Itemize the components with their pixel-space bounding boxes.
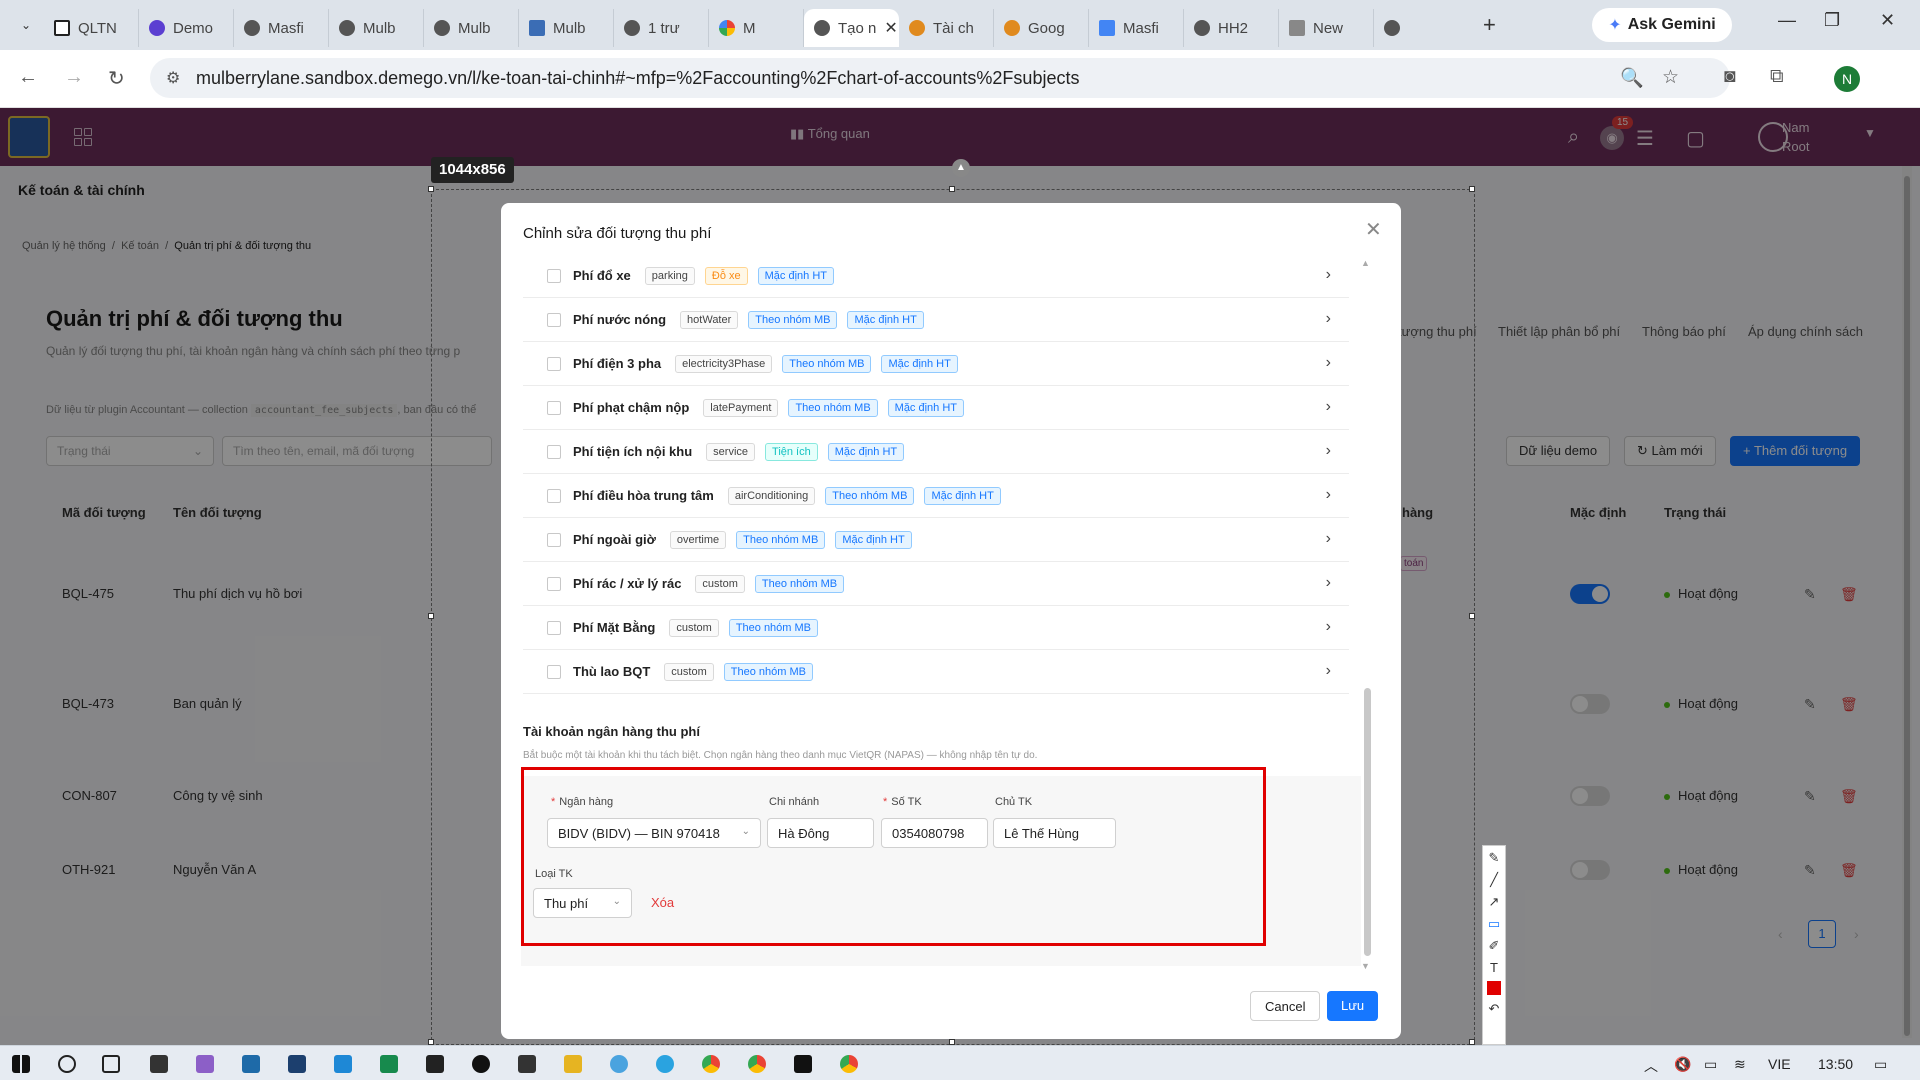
browser-tab[interactable]: Mulb: [329, 9, 424, 47]
app-icon[interactable]: [610, 1055, 628, 1073]
gemini-sparkle-icon: ✦: [1608, 17, 1622, 34]
browser-tab[interactable]: Mulb: [519, 9, 614, 47]
zoom-icon[interactable]: 🔍: [1620, 66, 1644, 90]
globe-icon: [339, 20, 355, 36]
pencil-icon[interactable]: ✎: [1489, 850, 1500, 866]
resize-handle[interactable]: [428, 186, 434, 192]
tray-chevron-icon[interactable]: ︿: [1644, 1056, 1658, 1076]
close-window-icon[interactable]: ✕: [1880, 10, 1895, 31]
language-indicator[interactable]: VIE: [1768, 1056, 1791, 1072]
google-icon: [719, 20, 735, 36]
minimize-icon[interactable]: —: [1778, 10, 1796, 31]
app-icon[interactable]: [518, 1055, 536, 1073]
browser-tab[interactable]: 1 trư: [614, 9, 709, 47]
notion-icon: [54, 20, 70, 36]
clock[interactable]: 13:50: [1818, 1056, 1853, 1072]
snip-size-label: 1044x856: [431, 157, 514, 183]
new-tab-button[interactable]: +: [1483, 12, 1496, 38]
windows-start-icon[interactable]: [12, 1055, 30, 1073]
search-icon[interactable]: [58, 1055, 76, 1073]
address-bar-row: ← → ↻ ⚙ mulberrylane.sandbox.demego.vn/l…: [0, 50, 1920, 108]
translate-icon: [1099, 20, 1115, 36]
chrome-icon[interactable]: [702, 1055, 720, 1073]
line-icon[interactable]: ╱: [1490, 872, 1498, 888]
browser-tab[interactable]: Masfi: [1089, 9, 1184, 47]
bookmark-star-icon[interactable]: ☆: [1662, 66, 1679, 89]
browser-tab[interactable]: Mulb: [424, 9, 519, 47]
arrow-icon[interactable]: ↗: [1489, 894, 1500, 910]
globe-icon: [1194, 20, 1210, 36]
app-icon[interactable]: [794, 1055, 812, 1073]
back-icon[interactable]: ←: [18, 66, 38, 89]
battery-icon[interactable]: ▭: [1704, 1056, 1717, 1073]
github-icon[interactable]: [472, 1055, 490, 1073]
color-swatch[interactable]: [1487, 981, 1501, 995]
chrome-icon[interactable]: [748, 1055, 766, 1073]
snip-toggle-icon[interactable]: ▲: [952, 159, 970, 177]
visual-studio-icon[interactable]: [196, 1055, 214, 1073]
browser-tab-active[interactable]: Tạo n ✕: [804, 9, 899, 47]
app-icon[interactable]: [380, 1055, 398, 1073]
forward-icon[interactable]: →: [64, 66, 84, 89]
ask-gemini-button[interactable]: ✦ Ask Gemini: [1592, 8, 1732, 42]
globe-icon: [434, 20, 450, 36]
resize-handle[interactable]: [428, 613, 434, 619]
app-icon[interactable]: [288, 1055, 306, 1073]
marker-icon[interactable]: ✐: [1489, 938, 1500, 954]
globe-icon: [244, 20, 260, 36]
camera-app-icon[interactable]: [150, 1055, 168, 1073]
browser-tab[interactable]: Goog: [994, 9, 1089, 47]
drawing-toolbar: ✎ ╱ ↗ ▭ ✐ T ↶: [1482, 845, 1506, 1045]
wifi-icon[interactable]: ≋: [1734, 1056, 1746, 1073]
telegram-icon[interactable]: [656, 1055, 674, 1073]
resize-handle[interactable]: [1469, 186, 1475, 192]
globe-icon: [814, 20, 830, 36]
browser-tab[interactable]: Tài ch: [899, 9, 994, 47]
chrome-icon[interactable]: [840, 1055, 858, 1073]
windows-taskbar: ︿ 🔇 ▭ ≋ VIE 13:50 ▭: [0, 1045, 1920, 1080]
resize-handle[interactable]: [949, 186, 955, 192]
reload-icon[interactable]: ↻: [108, 66, 125, 91]
site-icon: [1004, 20, 1020, 36]
browser-tab[interactable]: New: [1279, 9, 1374, 47]
site-icon: [529, 20, 545, 36]
close-tab-icon[interactable]: ✕: [884, 18, 897, 38]
resize-handle[interactable]: [1469, 613, 1475, 619]
chrome-icon: [1384, 20, 1400, 36]
task-view-icon[interactable]: [102, 1055, 120, 1073]
browser-tab[interactable]: Masfi: [234, 9, 329, 47]
camera-icon[interactable]: ◙: [1724, 66, 1735, 88]
rectangle-icon[interactable]: ▭: [1488, 916, 1500, 932]
volume-icon[interactable]: 🔇: [1674, 1056, 1691, 1073]
extensions-icon[interactable]: ⧉: [1770, 66, 1784, 88]
browser-tab[interactable]: [1374, 9, 1469, 47]
text-icon[interactable]: T: [1490, 960, 1498, 975]
app-icon[interactable]: [426, 1055, 444, 1073]
site-icon: [149, 20, 165, 36]
snip-selection[interactable]: [428, 186, 1475, 1045]
undo-icon[interactable]: ↶: [1489, 1001, 1500, 1017]
globe-icon: [624, 20, 640, 36]
browser-tab[interactable]: HH2: [1184, 9, 1279, 47]
tab-search-button[interactable]: ⌄: [8, 7, 44, 43]
browser-tab[interactable]: Demo: [139, 9, 234, 47]
browser-tab[interactable]: M: [709, 9, 804, 47]
browser-tab-strip: ⌄ QLTN Demo Masfi Mulb Mulb Mulb 1 trư M…: [0, 0, 1920, 50]
site-info-icon[interactable]: ⚙: [166, 68, 180, 88]
file-explorer-icon[interactable]: [564, 1055, 582, 1073]
notification-center-icon[interactable]: ▭: [1874, 1056, 1887, 1073]
profile-avatar[interactable]: N: [1834, 66, 1860, 92]
site-icon: [1289, 20, 1305, 36]
vscode-icon[interactable]: [334, 1055, 352, 1073]
url-input[interactable]: ⚙ mulberrylane.sandbox.demego.vn/l/ke-to…: [150, 58, 1730, 98]
restore-icon[interactable]: ❐: [1824, 10, 1840, 31]
app-icon[interactable]: [242, 1055, 260, 1073]
browser-tab[interactable]: QLTN: [44, 9, 139, 47]
site-icon: [909, 20, 925, 36]
